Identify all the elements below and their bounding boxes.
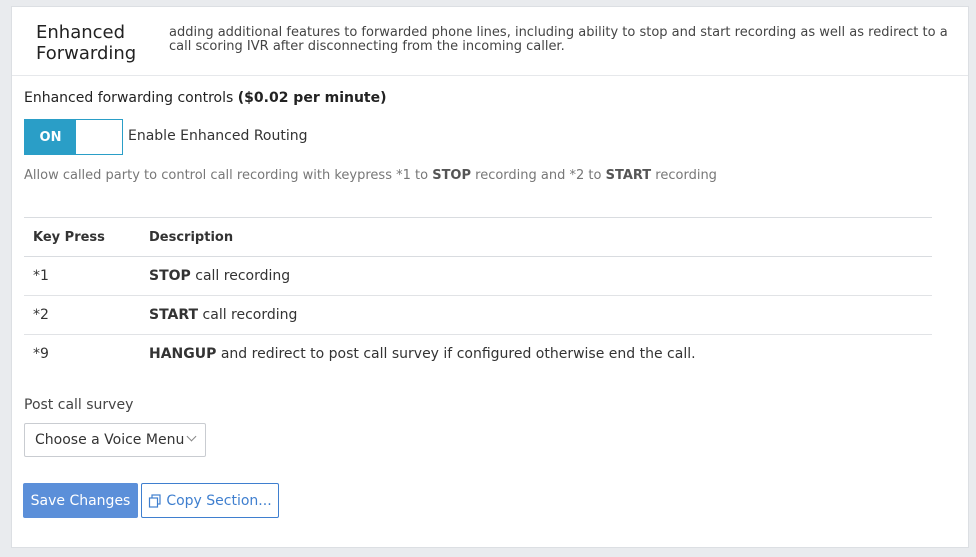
- panel-description: adding additional features to forwarded …: [169, 25, 948, 54]
- panel-header: Enhanced Forwarding adding additional fe…: [12, 7, 968, 76]
- key-press-cell: *9: [33, 346, 49, 362]
- enhanced-routing-toggle[interactable]: ON: [24, 119, 123, 155]
- help-start-keyword: START: [605, 168, 652, 183]
- panel-title: Enhanced Forwarding: [36, 22, 137, 64]
- description-keyword: START: [149, 307, 199, 323]
- description-cell: STOP call recording: [140, 256, 932, 296]
- toggle-label: Enable Enhanced Routing: [128, 128, 308, 144]
- controls-label-text: Enhanced forwarding controls: [24, 90, 238, 106]
- help-text-part: recording: [651, 168, 717, 183]
- description-keyword: HANGUP: [149, 346, 217, 362]
- description-cell: START call recording: [140, 295, 932, 335]
- help-text-part: recording and *2 to: [471, 168, 606, 183]
- keypress-table: Key Press Description *1 STOP call recor…: [24, 217, 932, 373]
- column-header-description: Description: [140, 217, 932, 257]
- copy-icon: [149, 493, 161, 508]
- copy-section-label: Copy Section...: [166, 492, 272, 509]
- table-row: *1 STOP call recording: [24, 256, 932, 296]
- key-press-cell: *2: [24, 295, 140, 335]
- table-row: *9 HANGUP and redirect to post call surv…: [24, 335, 932, 374]
- copy-section-button[interactable]: Copy Section...: [141, 483, 279, 518]
- post-call-survey-label: Post call survey: [24, 397, 134, 413]
- column-header-key-press: Key Press: [24, 217, 140, 257]
- description-text: call recording: [198, 307, 298, 323]
- description-text: call recording: [190, 268, 291, 284]
- toggle-off-area: [76, 120, 122, 154]
- table-row: *2 START call recording: [24, 295, 932, 335]
- help-text-part: Allow called party to control call recor…: [24, 168, 433, 183]
- description-keyword: STOP: [149, 268, 191, 284]
- voice-menu-selected-value: Choose a Voice Menu: [35, 432, 185, 448]
- key-press-cell: *1: [24, 256, 140, 296]
- description-cell: HANGUP and redirect to post call survey …: [140, 335, 932, 374]
- chevron-down-icon: [186, 431, 197, 442]
- help-text: Allow called party to control call recor…: [24, 168, 717, 183]
- help-stop-keyword: STOP: [432, 168, 472, 183]
- table-header-row: Key Press Description: [24, 217, 932, 257]
- controls-price: ($0.02 per minute): [237, 90, 387, 106]
- save-changes-button[interactable]: Save Changes: [23, 483, 138, 518]
- toggle-on-state: ON: [25, 120, 76, 154]
- controls-label: Enhanced forwarding controls ($0.02 per …: [24, 90, 387, 106]
- voice-menu-select[interactable]: Choose a Voice Menu: [24, 423, 206, 457]
- description-text: and redirect to post call survey if conf…: [216, 346, 696, 362]
